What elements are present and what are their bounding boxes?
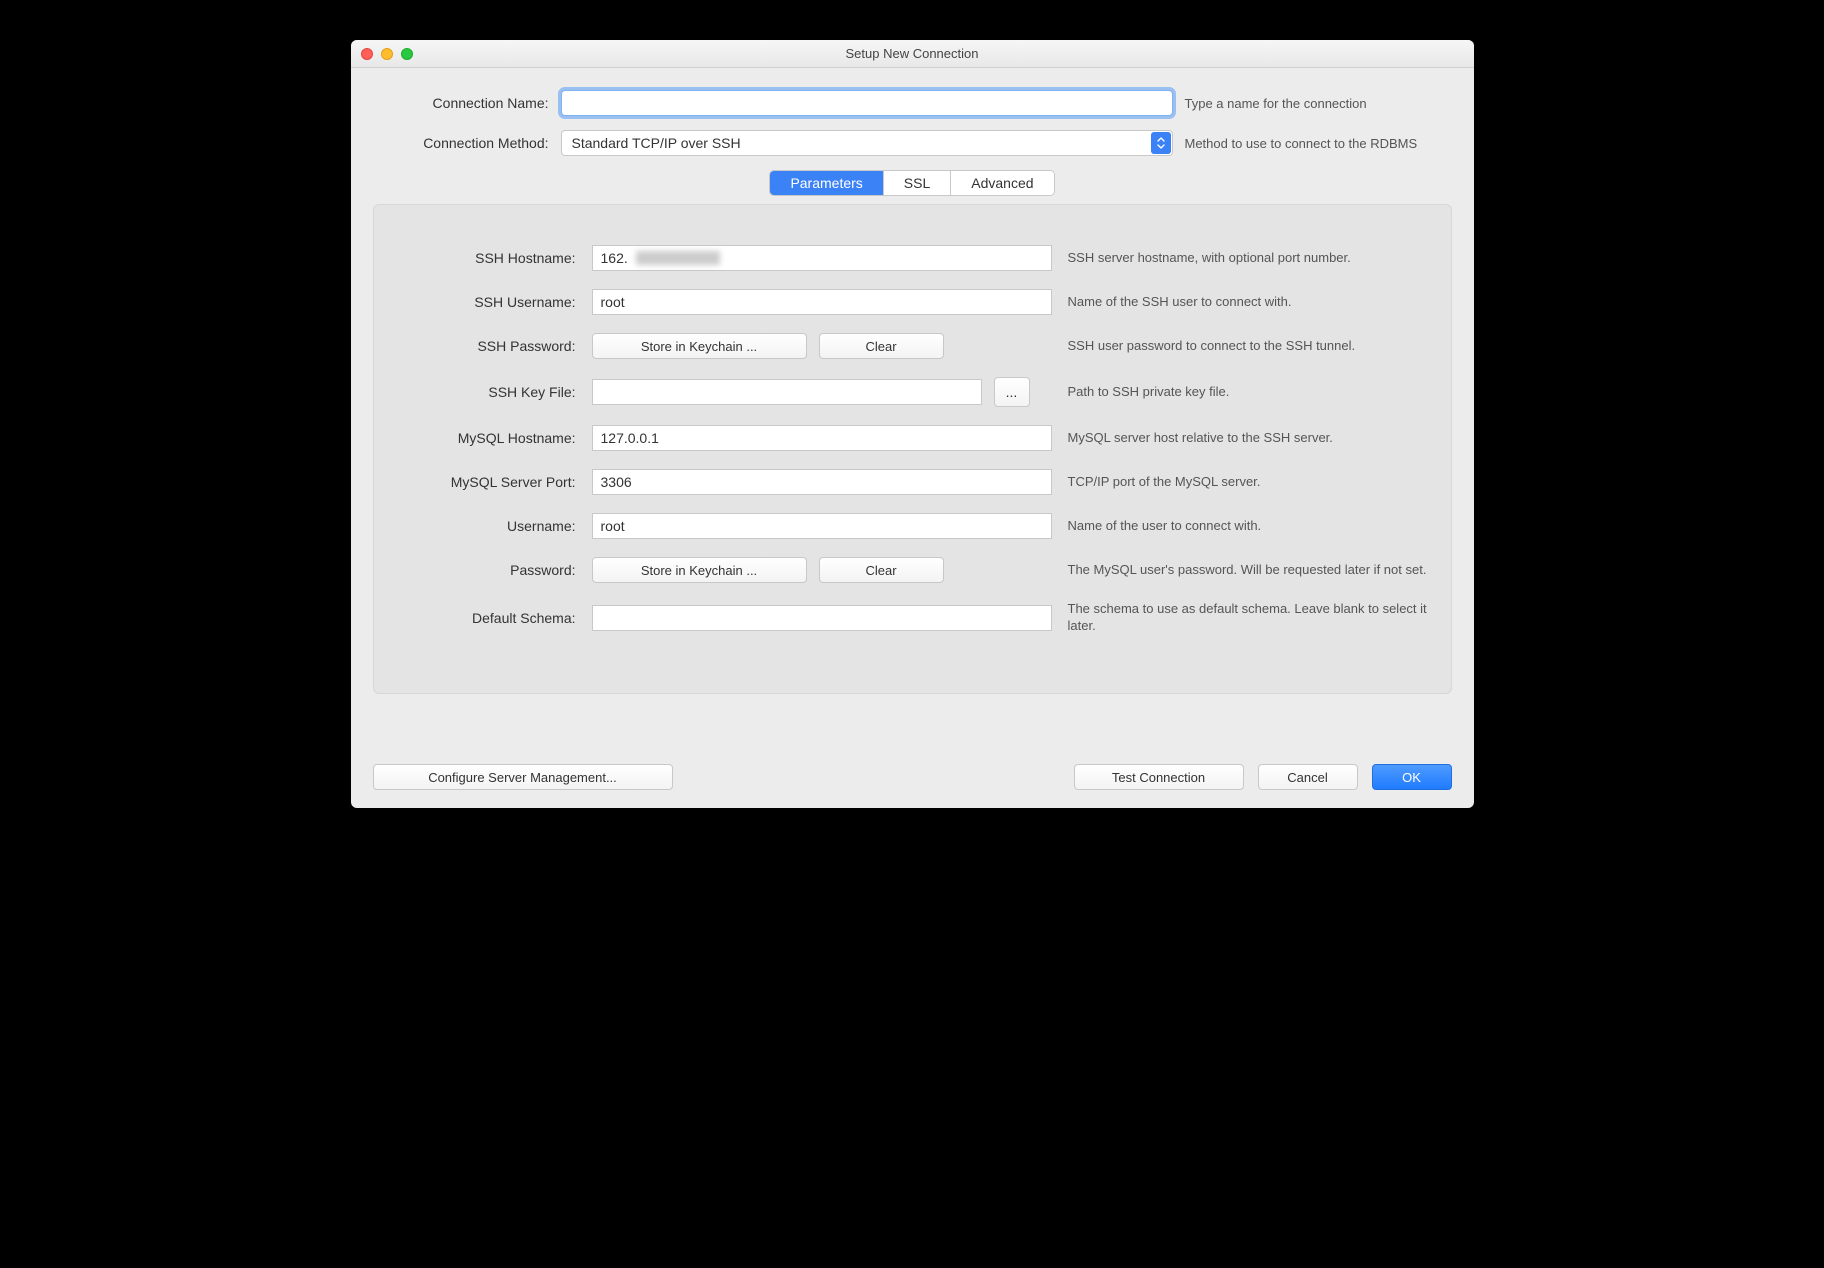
default-schema-label: Default Schema: <box>396 610 576 626</box>
configure-server-button[interactable]: Configure Server Management... <box>373 764 673 790</box>
mysql-port-label: MySQL Server Port: <box>396 474 576 490</box>
password-clear-button[interactable]: Clear <box>819 557 944 583</box>
ssh-username-input[interactable] <box>592 289 1052 315</box>
censored-text <box>636 251 720 265</box>
password-hint: The MySQL user's password. Will be reque… <box>1068 562 1429 579</box>
minimize-icon[interactable] <box>381 48 393 60</box>
close-icon[interactable] <box>361 48 373 60</box>
username-hint: Name of the user to connect with. <box>1068 518 1429 535</box>
titlebar: Setup New Connection <box>351 40 1474 68</box>
ssh-password-clear-button[interactable]: Clear <box>819 333 944 359</box>
default-schema-input[interactable] <box>592 605 1052 631</box>
ssh-keyfile-input[interactable] <box>592 379 982 405</box>
ssh-keyfile-browse-button[interactable]: ... <box>994 377 1030 407</box>
mysql-hostname-input[interactable] <box>592 425 1052 451</box>
connection-method-value: Standard TCP/IP over SSH <box>572 135 741 151</box>
ssh-keyfile-hint: Path to SSH private key file. <box>1068 384 1429 401</box>
header-area: Connection Name: Type a name for the con… <box>351 68 1474 204</box>
footer: Configure Server Management... Test Conn… <box>351 750 1474 808</box>
connection-name-input[interactable] <box>561 90 1173 116</box>
zoom-icon[interactable] <box>401 48 413 60</box>
default-schema-hint: The schema to use as default schema. Lea… <box>1068 601 1429 635</box>
connection-name-label: Connection Name: <box>373 95 549 111</box>
username-label: Username: <box>396 518 576 534</box>
ssh-hostname-label: SSH Hostname: <box>396 250 576 266</box>
ssh-password-hint: SSH user password to connect to the SSH … <box>1068 338 1429 355</box>
connection-method-select[interactable]: Standard TCP/IP over SSH <box>561 130 1173 156</box>
tab-parameters[interactable]: Parameters <box>770 171 882 195</box>
window-controls <box>361 48 413 60</box>
ssh-keyfile-label: SSH Key File: <box>396 384 576 400</box>
ssh-password-store-button[interactable]: Store in Keychain ... <box>592 333 807 359</box>
ssh-username-label: SSH Username: <box>396 294 576 310</box>
parameters-panel: SSH Hostname: SSH server hostname, with … <box>373 204 1452 694</box>
mysql-port-input[interactable] <box>592 469 1052 495</box>
tab-ssl[interactable]: SSL <box>883 171 950 195</box>
ssh-password-label: SSH Password: <box>396 338 576 354</box>
password-label: Password: <box>396 562 576 578</box>
ssh-username-hint: Name of the SSH user to connect with. <box>1068 294 1429 311</box>
password-store-button[interactable]: Store in Keychain ... <box>592 557 807 583</box>
chevron-updown-icon <box>1151 132 1171 154</box>
window-title: Setup New Connection <box>351 46 1474 61</box>
tab-bar: Parameters SSL Advanced <box>373 170 1452 196</box>
ok-button[interactable]: OK <box>1372 764 1452 790</box>
username-input[interactable] <box>592 513 1052 539</box>
connection-method-label: Connection Method: <box>373 135 549 151</box>
mysql-port-hint: TCP/IP port of the MySQL server. <box>1068 474 1429 491</box>
ssh-hostname-hint: SSH server hostname, with optional port … <box>1068 250 1429 267</box>
connection-name-hint: Type a name for the connection <box>1185 96 1452 111</box>
mysql-hostname-label: MySQL Hostname: <box>396 430 576 446</box>
dialog-window: Setup New Connection Connection Name: Ty… <box>351 40 1474 808</box>
tab-advanced[interactable]: Advanced <box>950 171 1053 195</box>
cancel-button[interactable]: Cancel <box>1258 764 1358 790</box>
connection-method-hint: Method to use to connect to the RDBMS <box>1185 136 1452 151</box>
mysql-hostname-hint: MySQL server host relative to the SSH se… <box>1068 430 1429 447</box>
test-connection-button[interactable]: Test Connection <box>1074 764 1244 790</box>
